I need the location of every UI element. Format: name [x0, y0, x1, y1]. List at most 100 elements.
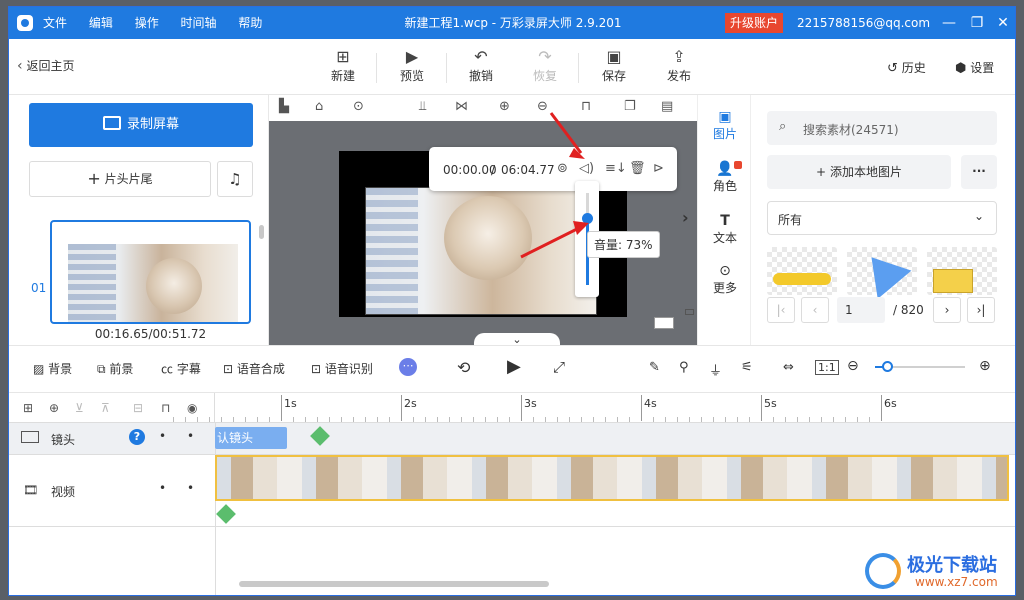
save-button[interactable]: ▣ 保存 [591, 47, 637, 84]
adjust-icon[interactable]: ⚟ [741, 360, 753, 375]
publish-button[interactable]: ⇪ 发布 [656, 47, 702, 84]
account-email[interactable]: 2215788156@qq.com [797, 7, 930, 39]
align-bottom-icon[interactable]: ⫫ [419, 99, 426, 114]
trash-icon[interactable]: 🗑 [629, 161, 646, 176]
tab-text[interactable]: T 文本 [698, 213, 752, 246]
camera-clip[interactable]: 认镜头 [215, 427, 287, 449]
tab-more-label: 更多 [712, 281, 737, 295]
ruler-minor-tick [377, 417, 378, 422]
help-icon[interactable]: ? [129, 429, 145, 445]
scene-preview-image [68, 244, 238, 322]
asset-thumb-bar[interactable] [767, 247, 837, 295]
category-select[interactable]: 所有 ⌄ [767, 201, 997, 235]
move-down-icon[interactable]: ⊻ [75, 401, 84, 415]
eye-icon[interactable]: ◉ [187, 401, 197, 415]
subtitle-button[interactable]: ㏄ 字幕 [161, 360, 201, 377]
ruler-minor-tick [365, 417, 366, 422]
tab-images[interactable]: ▣ 图片 [698, 109, 752, 142]
split-icon[interactable]: ⚲ [679, 360, 689, 375]
tts-button[interactable]: ⊡ 语音合成 [223, 360, 285, 377]
new-button[interactable]: ⊞ 新建 [320, 47, 366, 84]
add-keyframe-icon[interactable] [310, 426, 330, 446]
music-button[interactable]: ♫ [217, 161, 253, 197]
intro-outro-button[interactable]: + 片头片尾 [29, 161, 211, 197]
tab-more[interactable]: ⊙ 更多 [698, 263, 752, 296]
chart-icon[interactable] [654, 317, 674, 329]
menu-timeline[interactable]: 时间轴 [181, 7, 217, 39]
move-up-icon[interactable]: ⊼ [101, 401, 110, 415]
more-options-button[interactable]: ··· [961, 155, 997, 189]
fullscreen-icon[interactable] [685, 309, 694, 315]
ruler-tick [521, 395, 522, 421]
folder-add-icon[interactable]: ⊞ [23, 401, 33, 415]
scene-scrollbar[interactable] [259, 225, 264, 239]
paste-icon[interactable]: ▤ [661, 99, 673, 114]
trash-icon[interactable]: ⊟ [133, 401, 143, 415]
new-label: 新建 [330, 69, 355, 83]
tab-characters[interactable]: 👤 角色 [698, 161, 752, 194]
align-center-icon[interactable]: ⋈ [455, 99, 468, 114]
page-input[interactable]: 1 [837, 297, 885, 323]
add-keyframe-icon[interactable] [216, 504, 236, 524]
video-clip[interactable] [215, 455, 1009, 501]
menu-action[interactable]: 操作 [135, 7, 159, 39]
ruler-minor-tick [497, 417, 498, 422]
menu-file[interactable]: 文件 [43, 7, 67, 39]
align-icon[interactable]: ▙ [279, 99, 289, 114]
zoom-in-icon[interactable]: ⊕ [979, 358, 991, 374]
history-button[interactable]: ↺ 历史 [887, 59, 926, 76]
minimize-button[interactable]: — [935, 7, 963, 39]
expand-icon[interactable]: ⤢ [553, 358, 565, 376]
add-track-icon[interactable]: ⊕ [49, 401, 59, 415]
chevron-right-icon[interactable]: › [682, 208, 689, 227]
timeline-zoom-knob[interactable] [881, 361, 893, 372]
menu-bar: 文件 编辑 操作 时间轴 帮助 [43, 7, 280, 39]
asset-thumb-envelope[interactable] [927, 247, 997, 295]
restore-button[interactable]: ❐ [963, 7, 991, 39]
menu-help[interactable]: 帮助 [238, 7, 262, 39]
replay-icon[interactable]: ⟲ [457, 358, 470, 377]
play-icon[interactable]: ▶ [507, 356, 521, 377]
actual-size-icon[interactable]: 1:1 [815, 360, 839, 375]
back-home-button[interactable]: ‹ 返回主页 [17, 57, 74, 74]
title-bar: 文件 编辑 操作 时间轴 帮助 新建工程1.wcp - 万彩录屏大师 2.9.2… [9, 7, 1015, 39]
home-icon[interactable]: ⌂ [315, 99, 323, 114]
lock-icon[interactable]: ⊓ [161, 401, 170, 415]
settings-button[interactable]: ⬢ 设置 [955, 59, 994, 76]
ruler-minor-tick [785, 417, 786, 422]
zoom-in-icon[interactable]: ⊕ [499, 99, 510, 114]
asset-search[interactable]: ⌕ 搜索素材(24571) [767, 111, 997, 145]
filter-icon[interactable]: ⏚ [709, 360, 722, 379]
scene-thumbnail[interactable] [50, 220, 251, 324]
record-screen-button[interactable]: 录制屏幕 [29, 103, 253, 147]
prev-page-button[interactable]: ‹ [801, 297, 829, 323]
upgrade-account-button[interactable]: 升级账户 [725, 13, 784, 33]
add-local-image-button[interactable]: + 添加本地图片 [767, 155, 951, 189]
asset-thumb-arrow[interactable] [847, 243, 917, 299]
next-page-button[interactable]: › [933, 297, 961, 323]
ruler-minor-tick [629, 417, 630, 422]
next-circle-icon[interactable]: ⊳ [653, 161, 664, 176]
copy-icon[interactable]: ❐ [624, 99, 636, 114]
last-page-button[interactable]: ›| [967, 297, 995, 323]
foreground-button[interactable]: ⧉ 前景 [97, 360, 133, 377]
close-button[interactable]: ✕ [989, 7, 1015, 39]
ruler-minor-tick [605, 417, 606, 422]
zoom-out-icon[interactable]: ⊖ [847, 358, 859, 374]
first-page-button[interactable]: |‹ [767, 297, 795, 323]
search-input[interactable]: 搜索素材(24571) [803, 121, 899, 138]
publish-label: 发布 [666, 69, 691, 83]
background-button[interactable]: ▨ 背景 [33, 360, 72, 377]
edit-icon[interactable]: ✎ [649, 360, 660, 375]
asr-button[interactable]: ⊡ 语音识别 [311, 360, 373, 377]
preview-button[interactable]: ▶ 预览 [389, 47, 435, 84]
more-circle-icon[interactable]: ⊙ [353, 99, 364, 114]
redo-button[interactable]: ↷ 恢复 [522, 47, 568, 84]
more-circle-icon[interactable]: ⋯ [399, 358, 417, 376]
timeline-scrollbar[interactable] [239, 581, 549, 587]
time-ruler[interactable]: 1s 2s 3s 4s 5s 6s [173, 393, 1015, 423]
fit-width-icon[interactable]: ⇔ [783, 360, 794, 375]
menu-edit[interactable]: 编辑 [89, 7, 113, 39]
main-toolbar: ‹ 返回主页 ⊞ 新建 ▶ 预览 ↶ 撤销 ↷ 恢复 ▣ 保存 ⇪ 发布 ↺ 历史 ⬢ 设置 [9, 39, 1015, 95]
undo-button[interactable]: ↶ 撤销 [458, 47, 504, 84]
